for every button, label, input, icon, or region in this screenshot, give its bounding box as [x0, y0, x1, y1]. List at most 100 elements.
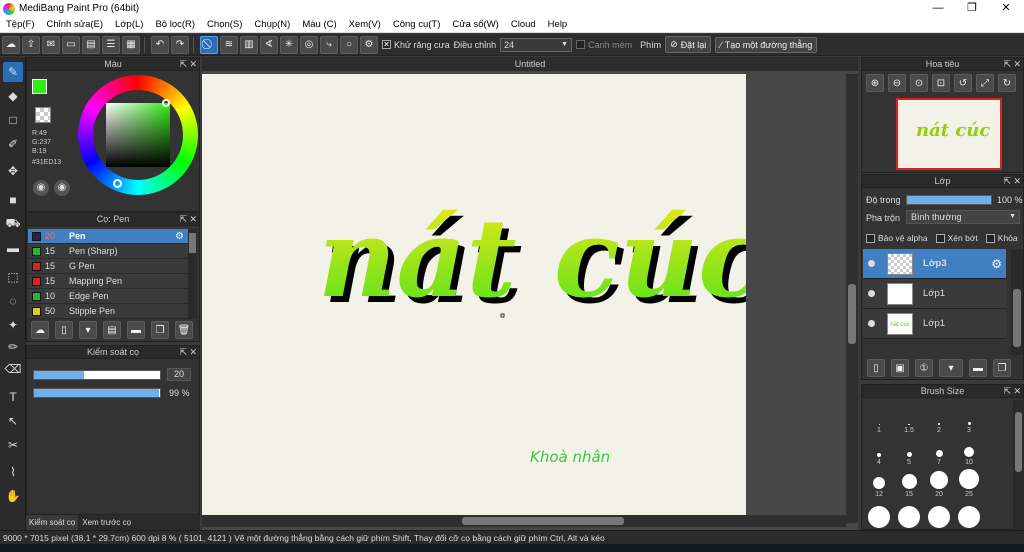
- close-icon[interactable]: ✕: [1013, 385, 1021, 398]
- brush-size-cell[interactable]: 2: [924, 404, 954, 434]
- brush-size-cell[interactable]: 20: [924, 468, 954, 498]
- brush-item[interactable]: 15 Pen (Sharp): [28, 244, 196, 259]
- brush-size-cell[interactable]: [864, 500, 894, 530]
- brush-folder-icon[interactable]: ▬: [127, 321, 145, 339]
- hue-wheel[interactable]: [78, 75, 198, 195]
- brush-size-cell[interactable]: 7: [924, 436, 954, 466]
- brush-settings-icon[interactable]: ▤: [103, 321, 121, 339]
- clip-checkbox[interactable]: Xén bớt: [935, 233, 978, 244]
- magic-wand-icon[interactable]: ✦: [3, 315, 23, 335]
- canvas-paper[interactable]: nát cúc nát cúc Khoà nhân: [202, 74, 770, 523]
- bucket-tool-icon[interactable]: ⛟: [3, 214, 23, 234]
- menu-item-1[interactable]: Chỉnh sửa(E): [41, 19, 110, 30]
- zoom-in-icon[interactable]: ⊕: [866, 74, 884, 92]
- straight-line-button[interactable]: ∕ Tạo một đường thẳng: [715, 36, 818, 53]
- redo-icon[interactable]: ↷: [171, 35, 189, 54]
- close-icon[interactable]: ✕: [1013, 175, 1021, 188]
- gear-icon[interactable]: ⚙: [175, 231, 184, 242]
- rotate-right-icon[interactable]: ↻: [998, 74, 1016, 92]
- brush-size-cell[interactable]: 5: [894, 436, 924, 466]
- zoom-fit-icon[interactable]: ⊙: [910, 74, 928, 92]
- layer-opacity-slider[interactable]: [906, 195, 992, 205]
- close-button[interactable]: ✕: [989, 0, 1023, 17]
- brush-item[interactable]: 50 Stipple Pen: [28, 304, 196, 319]
- visibility-eye-icon[interactable]: [868, 290, 875, 297]
- undo-icon[interactable]: ↶: [151, 35, 169, 54]
- menu-item-4[interactable]: Chọn(S): [201, 19, 248, 30]
- menu-item-8[interactable]: Công cụ(T): [387, 19, 447, 30]
- adjust-select[interactable]: 24 ▼: [500, 37, 573, 52]
- select-eraser-icon[interactable]: ⌫: [3, 359, 23, 379]
- menu-item-9[interactable]: Cửa sổ(W): [446, 19, 504, 30]
- select-tool-icon[interactable]: ⬚: [3, 267, 23, 287]
- grid-snap-icon[interactable]: ▥: [240, 35, 258, 54]
- primary-color-swatch[interactable]: [32, 79, 47, 94]
- eyedropper-icon[interactable]: ⌇: [3, 462, 23, 482]
- brush-size-cell[interactable]: [954, 500, 984, 530]
- parallel-snap-icon[interactable]: ≋: [220, 35, 238, 54]
- brush-size-cell[interactable]: 12: [864, 468, 894, 498]
- popout-icon[interactable]: ⇱: [1003, 385, 1011, 398]
- text-tool-icon[interactable]: T: [3, 387, 23, 407]
- cloud-icon[interactable]: ☁: [2, 35, 20, 54]
- protect-alpha-checkbox[interactable]: Bảo vệ alpha: [866, 233, 928, 244]
- close-icon[interactable]: ✕: [189, 58, 197, 71]
- maximize-button[interactable]: ❐: [955, 0, 989, 17]
- menu-item-0[interactable]: Tệp(F): [0, 19, 41, 30]
- layer-row[interactable]: Lớp3 ⚙: [863, 249, 1006, 279]
- duplicate-brush-icon[interactable]: ❐: [151, 321, 169, 339]
- hand-tool-icon[interactable]: ✋: [3, 486, 23, 506]
- popout-icon[interactable]: ⇱: [1003, 175, 1011, 188]
- delete-brush-icon[interactable]: 🗑: [175, 321, 193, 339]
- brush-size-cell[interactable]: 10: [954, 436, 984, 466]
- add-brush-icon[interactable]: ▾: [79, 321, 97, 339]
- menu-item-3[interactable]: Bộ lọc(R): [149, 19, 201, 30]
- rotate-left-icon[interactable]: ↺: [954, 74, 972, 92]
- brush-size-value[interactable]: 20: [167, 368, 191, 381]
- brush-tool-icon[interactable]: ✎: [3, 62, 23, 82]
- snap-settings-icon[interactable]: ⚙: [360, 35, 378, 54]
- comment-icon[interactable]: ▭: [62, 35, 80, 54]
- circle-snap-icon[interactable]: ◎: [300, 35, 318, 54]
- zoom-actual-icon[interactable]: ⊡: [932, 74, 950, 92]
- brush-item[interactable]: 15 Mapping Pen: [28, 274, 196, 289]
- new-layer-icon[interactable]: ▯: [867, 359, 885, 377]
- tab-brush-preview[interactable]: Xem trước cọ: [79, 515, 134, 530]
- move-tool-icon[interactable]: ✥: [3, 161, 23, 181]
- gradient-tool-icon[interactable]: ▬: [3, 238, 23, 258]
- grid-icon[interactable]: ▦: [122, 35, 140, 54]
- share-icon[interactable]: ⇪: [22, 35, 40, 54]
- navigator-thumbnail[interactable]: nát cúc: [896, 98, 1002, 170]
- tab-brush-control[interactable]: Kiểm soát cọ: [26, 515, 80, 530]
- brush-size-cell[interactable]: [924, 500, 954, 530]
- vertical-scrollbar[interactable]: [846, 74, 858, 523]
- menu-item-11[interactable]: Help: [542, 19, 574, 30]
- popout-icon[interactable]: ⇱: [179, 213, 187, 226]
- document-icon[interactable]: ▤: [82, 35, 100, 54]
- close-icon[interactable]: ✕: [1013, 58, 1021, 71]
- reset-button[interactable]: ⊘ Đặt lại: [665, 36, 712, 53]
- brush-size-cell[interactable]: 1: [864, 404, 894, 434]
- brush-cloud-icon[interactable]: ☁: [31, 321, 49, 339]
- hue-picker-handle[interactable]: [113, 179, 122, 188]
- duplicate-layer-icon[interactable]: ❐: [993, 359, 1011, 377]
- fill-rect-icon[interactable]: ■: [3, 190, 23, 210]
- brush-size-cell[interactable]: 25: [954, 468, 984, 498]
- brush-size-cell[interactable]: 15: [894, 468, 924, 498]
- brush-size-cell[interactable]: 1.5: [894, 404, 924, 434]
- lock-checkbox[interactable]: Khóa: [985, 233, 1018, 244]
- antialias-checkbox[interactable]: ✕ Khử răng cưa: [382, 40, 450, 50]
- layer-scrollbar[interactable]: [1011, 249, 1023, 355]
- angle-snap-icon[interactable]: ∢: [260, 35, 278, 54]
- lasso-tool-icon[interactable]: ◌: [3, 291, 23, 311]
- brush-item[interactable]: 20 Pen ⚙: [28, 229, 196, 244]
- new-1bit-layer-icon[interactable]: ①: [915, 359, 933, 377]
- horizontal-scrollbar[interactable]: [202, 515, 846, 527]
- visibility-eye-icon[interactable]: [868, 260, 875, 267]
- document-tab[interactable]: Untitled: [202, 57, 858, 71]
- brush-size-cell[interactable]: 3: [954, 404, 984, 434]
- ellipse-snap-icon[interactable]: ○: [340, 35, 358, 54]
- select-pen-icon[interactable]: ✏: [3, 337, 23, 357]
- brush-item[interactable]: 15 G Pen: [28, 259, 196, 274]
- popout-icon[interactable]: ⇱: [179, 346, 187, 359]
